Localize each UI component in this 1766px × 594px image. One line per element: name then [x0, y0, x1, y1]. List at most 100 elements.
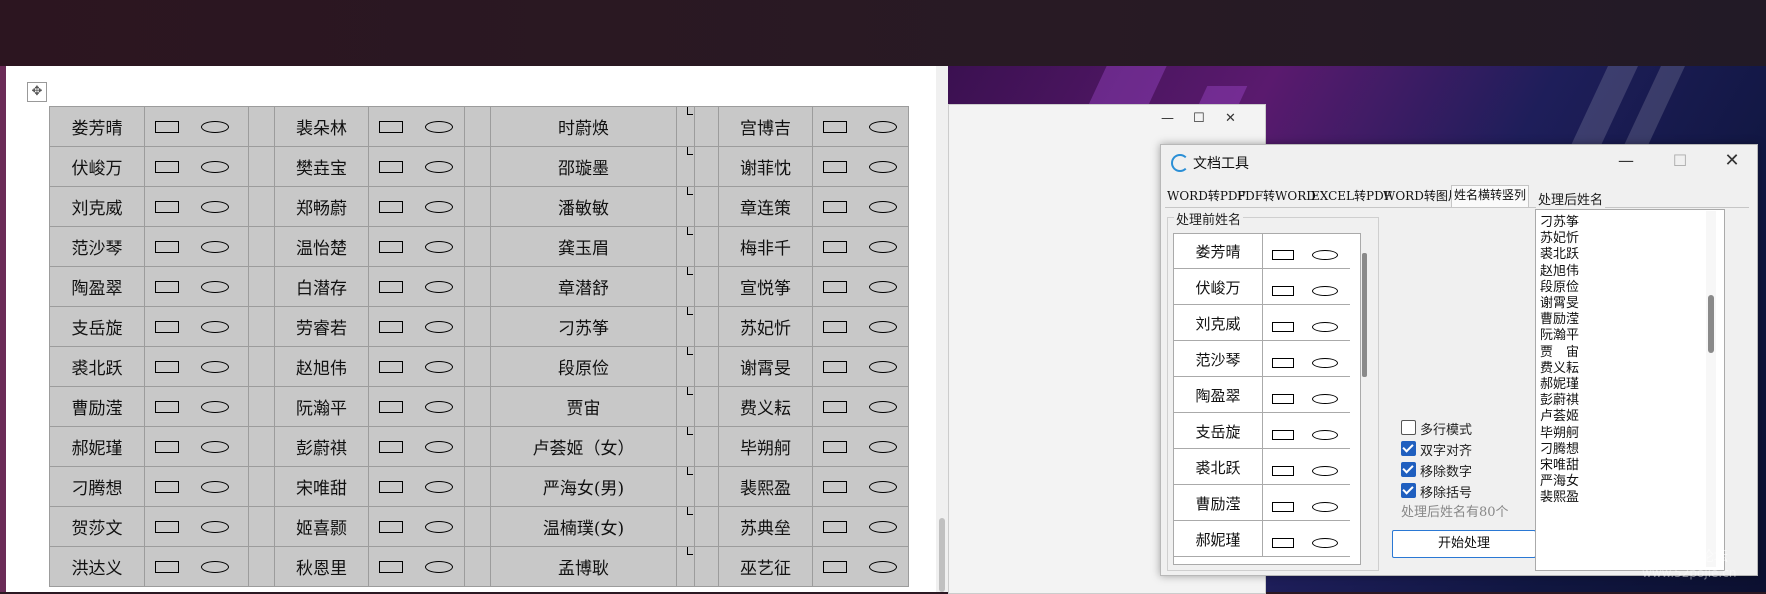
blank-cell: [694, 506, 719, 547]
symbol-cell: [812, 266, 909, 307]
name-cell[interactable]: 郝妮瑾: [49, 426, 145, 467]
name-cell[interactable]: 刁腾想: [49, 466, 145, 507]
name-cell[interactable]: 裴朵林: [274, 106, 369, 147]
list-item[interactable]: 裴熙盈: [1540, 486, 1579, 505]
after-names-list[interactable]: 刁苏筝 苏妃忻 裘北跃 赵旭伟 段原俭 谢霄旻 曹励滢 阮瀚平贾 宙费义耘 郝妮瑾 彭蔚祺 卢荟姬毕…: [1535, 209, 1725, 571]
close-button[interactable]: ✕: [1715, 149, 1749, 173]
oval-symbol-icon: [425, 201, 453, 213]
oval-symbol-icon: [869, 281, 897, 293]
after-group-title: 处理后姓名: [1536, 189, 1606, 208]
name-cell[interactable]: 潘敏敏: [490, 186, 677, 227]
name-cell[interactable]: 樊垚宝: [274, 146, 369, 187]
name-cell[interactable]: 宣悦筝: [718, 266, 813, 307]
name-cell[interactable]: 贺莎文: [49, 506, 145, 547]
name-cell[interactable]: 卢荟姬（女）: [490, 426, 677, 467]
name-cell[interactable]: 费义耘: [718, 386, 813, 427]
name-cell[interactable]: 梅非千: [718, 226, 813, 267]
name-cell[interactable]: 谢菲忱: [718, 146, 813, 187]
checkbox-checked-icon[interactable]: [1401, 441, 1416, 456]
name-cell[interactable]: 彭蔚祺: [274, 426, 369, 467]
name-cell[interactable]: 巫艺征: [718, 546, 813, 587]
name-cell[interactable]: 刁苏筝: [490, 306, 677, 347]
name-cell[interactable]: 邵璇墨: [490, 146, 677, 187]
list-item[interactable]: 刘克威: [1174, 304, 1350, 341]
name-cell[interactable]: 劳睿若: [274, 306, 369, 347]
name-cell[interactable]: 赵旭伟: [274, 346, 369, 387]
start-processing-button[interactable]: 开始处理: [1392, 530, 1536, 558]
list-item[interactable]: 裘北跃: [1174, 448, 1350, 485]
name-cell[interactable]: 时蔚焕: [490, 106, 677, 147]
rectangle-symbol-icon: [823, 161, 847, 173]
name-cell[interactable]: 秋恩里: [274, 546, 369, 587]
before-list-scrollbar-thumb[interactable]: [1362, 253, 1367, 377]
maximize-icon[interactable]: ☐: [1193, 111, 1205, 126]
name-cell[interactable]: 支岳旋: [49, 306, 145, 347]
checkbox-checked-icon[interactable]: [1401, 483, 1416, 498]
list-item[interactable]: 范沙琴: [1174, 340, 1350, 377]
list-item[interactable]: 曹励滢: [1174, 484, 1350, 521]
name-cell[interactable]: 白潜存: [274, 266, 369, 307]
name-cell[interactable]: 贾宙: [490, 386, 677, 427]
name-cell[interactable]: 孟博耿: [490, 546, 677, 587]
symbol-group: [1272, 460, 1338, 479]
name-cell[interactable]: 温怡楚: [274, 226, 369, 267]
before-names-list[interactable]: 娄芳晴 伏峻万 刘克威 范沙琴 陶盈翠 支岳旋 裘北跃 曹励滢 郝妮瑾: [1173, 233, 1361, 565]
oval-symbol-icon: [869, 441, 897, 453]
name-cell[interactable]: 曹励滢: [49, 386, 145, 427]
name-cell[interactable]: 严海女(男): [490, 466, 677, 507]
symbol-cell: [676, 386, 695, 427]
name-cell[interactable]: 苏妃忻: [718, 306, 813, 347]
close-icon[interactable]: ✕: [1225, 111, 1236, 126]
name-cell[interactable]: 范沙琴: [49, 226, 145, 267]
oval-symbol-icon: [201, 561, 229, 573]
name-cell[interactable]: 宫博吉: [718, 106, 813, 147]
after-list-scrollbar[interactable]: [1706, 211, 1716, 567]
name-cell[interactable]: 伏峻万: [49, 146, 145, 187]
tab-word-to-image[interactable]: WORD转图片: [1381, 187, 1462, 206]
name-cell[interactable]: 龚玉眉: [490, 226, 677, 267]
list-item[interactable]: 支岳旋: [1174, 412, 1350, 449]
rectangle-symbol-icon: [155, 361, 179, 373]
name-cell[interactable]: 洪达义: [49, 546, 145, 587]
list-item[interactable]: 娄芳晴: [1174, 234, 1350, 269]
list-item[interactable]: 郝妮瑾: [1174, 520, 1350, 557]
rectangle-symbol-icon: [687, 547, 693, 555]
list-item[interactable]: 伏峻万: [1174, 268, 1350, 305]
name-cell[interactable]: 毕朔舸: [718, 426, 813, 467]
name-cell[interactable]: 宋唯甜: [274, 466, 369, 507]
checkbox-icon[interactable]: [1401, 420, 1416, 435]
blank-cell: [464, 266, 491, 307]
rectangle-symbol-icon: [1272, 465, 1294, 476]
name-cell[interactable]: 阮瀚平: [274, 386, 369, 427]
rectangle-symbol-icon: [379, 321, 403, 333]
table-move-handle-icon[interactable]: ✥: [27, 82, 47, 102]
blank-cell: [248, 426, 275, 467]
name-cell[interactable]: 姬喜颢: [274, 506, 369, 547]
blank-cell: [248, 506, 275, 547]
name-cell[interactable]: 郑畅蔚: [274, 186, 369, 227]
name-cell[interactable]: 章连策: [718, 186, 813, 227]
checkbox-checked-icon[interactable]: [1401, 462, 1416, 477]
tab-name-horizontal-to-vertical[interactable]: 姓名横转竖列: [1451, 185, 1530, 207]
symbol-group: [1272, 316, 1338, 335]
name-cell[interactable]: 温楠璞(女): [490, 506, 677, 547]
list-item[interactable]: 陶盈翠: [1174, 376, 1350, 413]
name-cell[interactable]: 娄芳晴: [49, 106, 145, 147]
tab-pdf-to-word[interactable]: PDF转WORD: [1235, 187, 1318, 206]
document-scrollbar-thumb[interactable]: [939, 518, 945, 592]
name-cell[interactable]: 陶盈翠: [49, 266, 145, 307]
document-scrollbar[interactable]: [936, 66, 948, 592]
minimize-button[interactable]: —: [1609, 149, 1643, 173]
name-cell[interactable]: 章潜舒: [490, 266, 677, 307]
name-cell[interactable]: 苏典垒: [718, 506, 813, 547]
name-cell[interactable]: 裴熙盈: [718, 466, 813, 507]
after-list-scrollbar-thumb[interactable]: [1708, 295, 1714, 353]
name-cell[interactable]: 谢霄旻: [718, 346, 813, 387]
name-cell[interactable]: 裘北跃: [49, 346, 145, 387]
minimize-icon[interactable]: —: [1161, 111, 1174, 126]
name-cell[interactable]: 刘克威: [49, 186, 145, 227]
maximize-button[interactable]: ☐: [1663, 149, 1697, 173]
name-cell[interactable]: 段原俭: [490, 346, 677, 387]
rectangle-symbol-icon: [379, 281, 403, 293]
oval-symbol-icon: [869, 401, 897, 413]
